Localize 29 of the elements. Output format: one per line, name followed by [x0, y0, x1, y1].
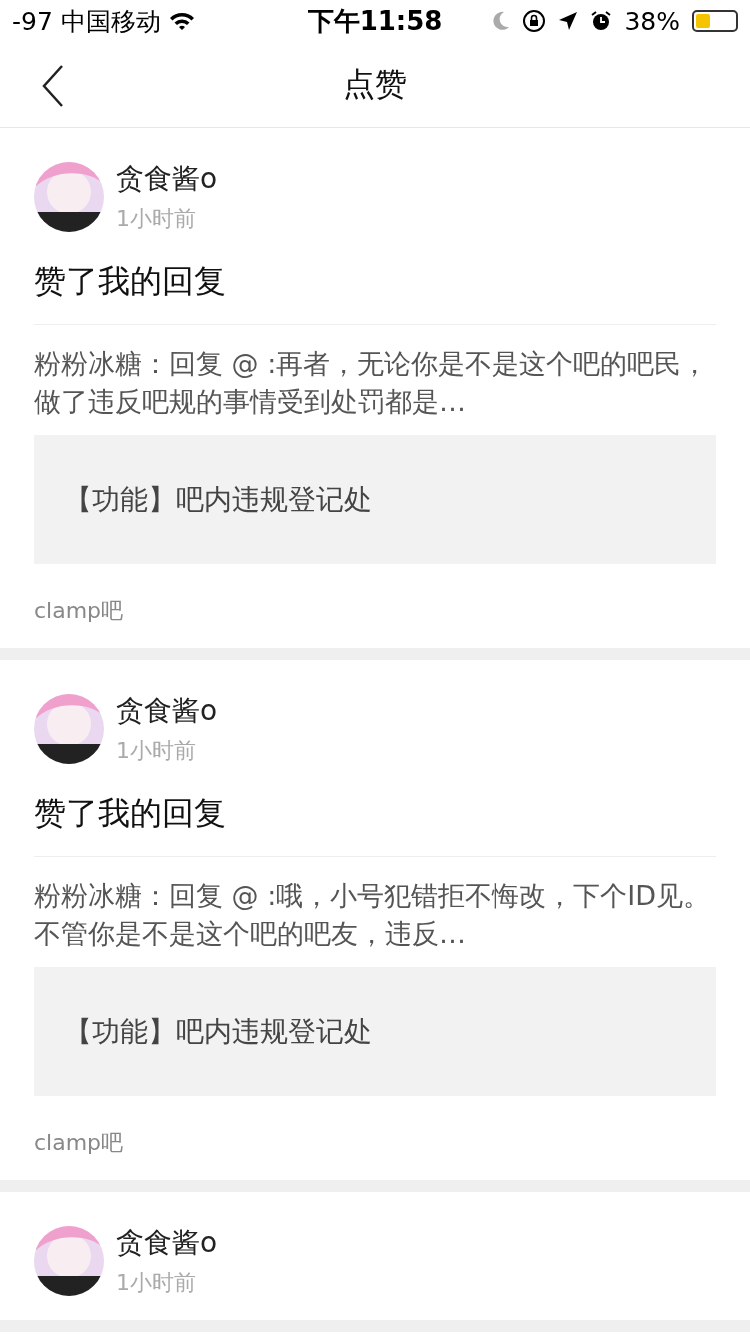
- notification-card[interactable]: 贪食酱o 1小时前 赞了我的回复 粉粉冰糖：回复 @ :哦，小号犯错拒不悔改，下个ID见。不管你是不是这个吧的吧友，违反… 【功能】吧内违规登记处 clamp吧: [0, 660, 750, 1192]
- wifi-icon: [168, 11, 195, 31]
- user-name[interactable]: 贪食酱o: [116, 1224, 218, 1262]
- reply-quote: 粉粉冰糖：回复 @ :再者，无论你是不是这个吧的吧民，做了违反吧规的事情受到处罚都是…: [34, 347, 710, 419]
- battery-icon: [692, 10, 738, 32]
- location-arrow-icon: [558, 11, 579, 31]
- moon-icon: [492, 11, 511, 31]
- forum-name[interactable]: clamp吧: [34, 1128, 716, 1158]
- notification-action: 赞了我的回复: [34, 766, 716, 857]
- timestamp: 1小时前: [116, 737, 197, 765]
- timestamp: 1小时前: [116, 1269, 197, 1297]
- notification-action: 赞了我的回复: [34, 234, 716, 325]
- post-link[interactable]: 【功能】吧内违规登记处: [34, 435, 716, 564]
- rotation-lock-icon: [522, 9, 547, 33]
- carrier-name: 中国移动: [60, 5, 161, 38]
- notification-card[interactable]: 贪食酱o 1小时前: [0, 1192, 750, 1332]
- battery-percentage: 38%: [624, 6, 680, 36]
- back-icon[interactable]: [40, 64, 66, 108]
- signal-strength: -97: [12, 6, 53, 36]
- clock: 下午11:58: [307, 4, 443, 38]
- forum-name[interactable]: clamp吧: [34, 596, 716, 626]
- user-name[interactable]: 贪食酱o: [116, 692, 218, 730]
- alarm-icon: [590, 10, 613, 32]
- page-title: 点赞: [343, 63, 407, 105]
- reply-quote: 粉粉冰糖：回复 @ :哦，小号犯错拒不悔改，下个ID见。不管你是不是这个吧的吧友，违反…: [34, 879, 711, 951]
- user-name[interactable]: 贪食酱o: [116, 160, 218, 198]
- post-link[interactable]: 【功能】吧内违规登记处: [34, 967, 716, 1096]
- notification-card[interactable]: 贪食酱o 1小时前 赞了我的回复 粉粉冰糖：回复 @ :再者，无论你是不是这个吧的吧民，做了违反吧规的事情受到处罚都是… 【功能】吧内违规登记处 clamp吧: [0, 128, 750, 660]
- timestamp: 1小时前: [116, 205, 197, 233]
